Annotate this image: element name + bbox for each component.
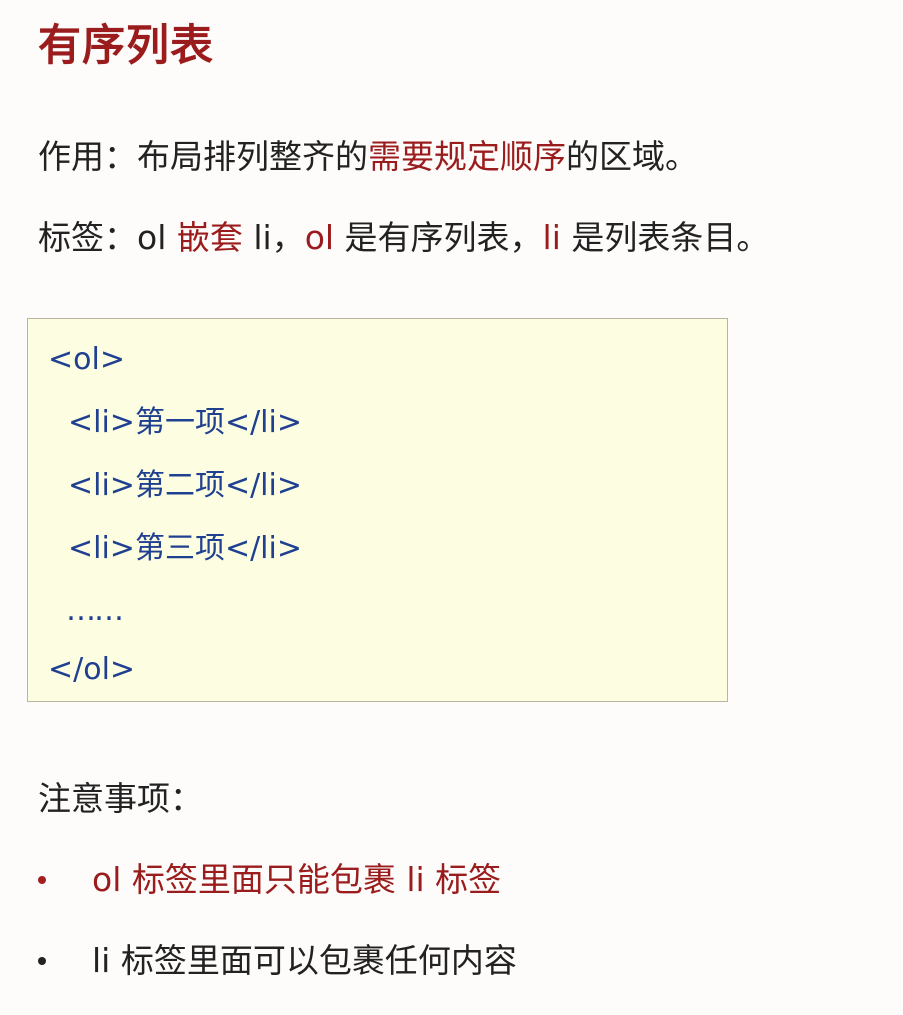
- note-item-1: ol 标签里面只能包裹 li 标签: [92, 860, 502, 899]
- code-example-box: <ol> <li>第一项</li> <li>第二项</li> <li>第三项</…: [27, 318, 728, 702]
- tag-part-list-item: 是列表条目。: [560, 218, 770, 257]
- code-line-item-1: <li>第一项</li>: [68, 405, 302, 440]
- note-item-2: li 标签里面可以包裹任何内容: [92, 941, 517, 980]
- code-line-ellipsis: ……: [66, 593, 124, 628]
- purpose-label: 作用：: [38, 137, 137, 176]
- bullet-dot-icon: [38, 876, 46, 884]
- tag-line: 标签：ol 嵌套 li，ol 是有序列表，li 是列表条目。: [38, 216, 769, 260]
- purpose-text-after: 的区域。: [566, 137, 698, 176]
- tag-part-li: li，: [242, 218, 305, 257]
- page-title: 有序列表: [38, 21, 214, 71]
- code-line-item-3: <li>第三项</li>: [68, 531, 302, 566]
- code-line-ol-close: </ol>: [48, 652, 136, 687]
- tag-label: 标签：: [38, 218, 137, 257]
- code-line-item-2: <li>第二项</li>: [68, 468, 302, 503]
- purpose-text-before: 布局排列整齐的: [137, 137, 368, 176]
- purpose-line: 作用：布局排列整齐的需要规定顺序的区域。: [38, 135, 698, 179]
- purpose-highlight: 需要规定顺序: [368, 137, 566, 176]
- tag-part-ol-highlight: ol: [304, 218, 335, 257]
- tag-part-ol: ol: [137, 218, 177, 257]
- tag-part-nest: 嵌套: [176, 218, 243, 257]
- notes-heading: 注意事项：: [38, 779, 203, 818]
- tag-part-ordered-list: 是有序列表，: [334, 218, 543, 257]
- tag-part-li-highlight: li: [542, 218, 561, 257]
- bullet-dot-icon: [38, 957, 46, 965]
- code-line-ol-open: <ol>: [48, 342, 125, 377]
